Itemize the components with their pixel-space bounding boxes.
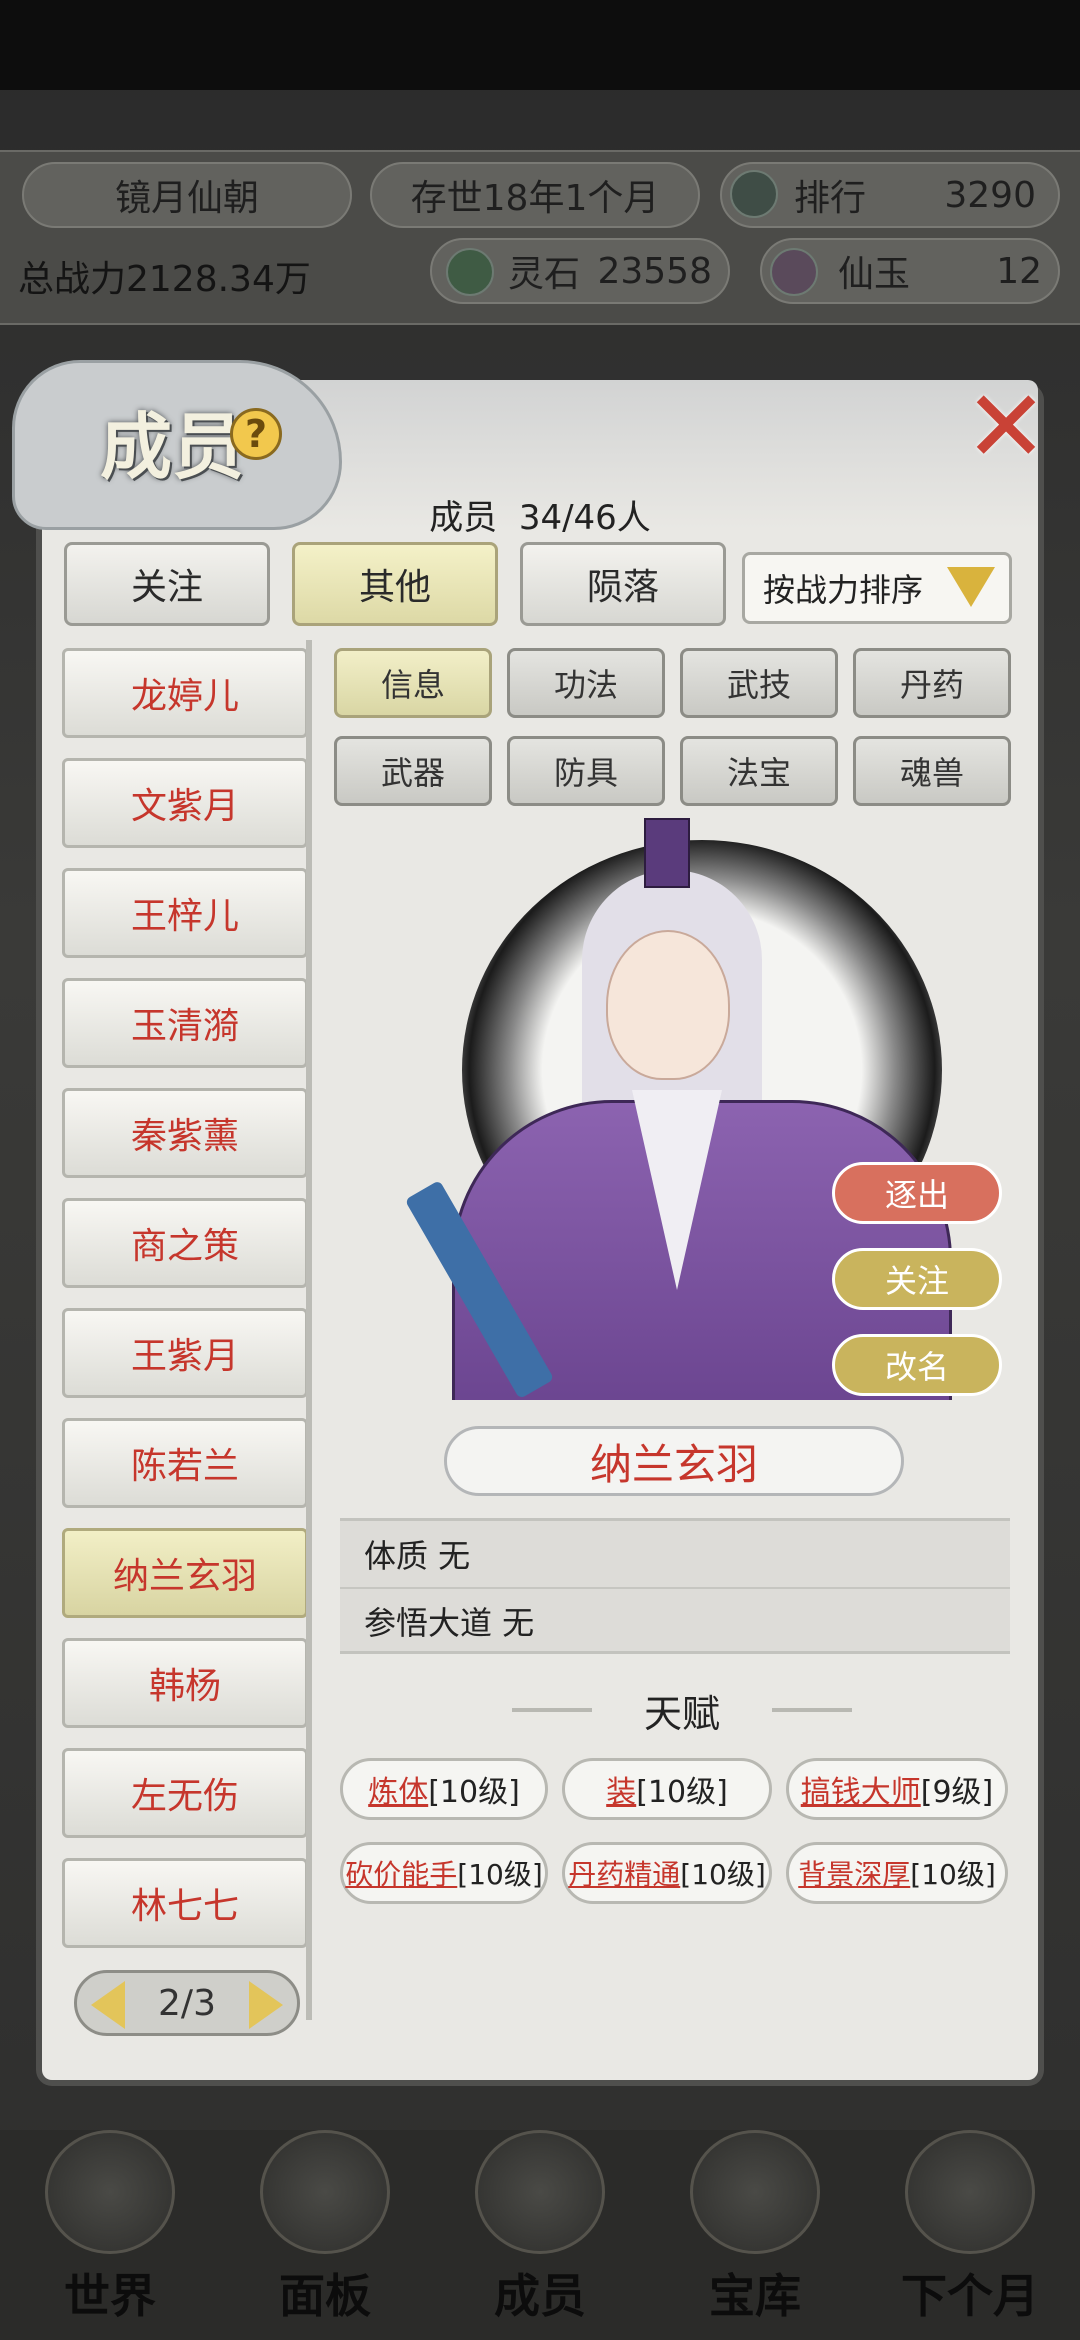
talent-header: 天赋 — [512, 1680, 852, 1740]
member-item[interactable]: 王紫月 — [62, 1308, 308, 1398]
member-item[interactable]: 陈若兰 — [62, 1418, 308, 1508]
status-bar — [0, 0, 1080, 90]
expel-button[interactable]: 逐出 — [832, 1162, 1002, 1224]
nav-next-month-label: 下个月 — [901, 2269, 1039, 2323]
portrait-crown — [644, 818, 690, 888]
character-portrait — [392, 810, 972, 1400]
member-count-value: 34/46人 — [518, 498, 651, 538]
member-item[interactable]: 王梓儿 — [62, 868, 308, 958]
talent-level: [10级] — [457, 1858, 543, 1891]
member-item[interactable]: 左无伤 — [62, 1748, 308, 1838]
character-name: 纳兰玄羽 — [444, 1426, 904, 1496]
sect-age: 存世18年1个月 — [370, 162, 700, 228]
next-month-icon — [905, 2130, 1035, 2254]
talent-name: 搞钱大师 — [800, 1775, 921, 1810]
nav-members-label: 成员 — [494, 2269, 586, 2323]
help-icon[interactable]: ? — [230, 408, 282, 460]
talent-level: [9级] — [920, 1775, 994, 1810]
talent-chip[interactable]: 砍价能手 [10级] — [340, 1842, 548, 1904]
character-info: 体质 无 参悟大道 无 — [340, 1518, 1010, 1654]
subtab-techniques[interactable]: 功法 — [507, 648, 665, 718]
talent-name: 砍价能手 — [345, 1858, 458, 1891]
nav-next-month[interactable]: 下个月 — [880, 2130, 1060, 2340]
tab-other[interactable]: 其他 — [292, 542, 498, 626]
talent-chip[interactable]: 背景深厚 [10级] — [786, 1842, 1008, 1904]
bottom-nav: 世界 面板 成员 宝库 下个月 — [0, 2130, 1080, 2340]
sect-name: 镜月仙朝 — [22, 162, 352, 228]
panel-icon — [260, 2130, 390, 2254]
follow-button[interactable]: 关注 — [832, 1248, 1002, 1310]
list-divider — [306, 640, 312, 2020]
tab-follow[interactable]: 关注 — [64, 542, 270, 626]
jade-value: 12 — [996, 250, 1042, 292]
member-item[interactable]: 秦紫薰 — [62, 1088, 308, 1178]
rank-icon — [730, 170, 778, 218]
talent-level: [10级] — [636, 1775, 728, 1810]
talent-level: [10级] — [680, 1858, 766, 1891]
treasury-icon — [690, 2130, 820, 2254]
member-count-label: 成员 — [429, 498, 498, 538]
talent-chip[interactable]: 丹药精通 [10级] — [562, 1842, 772, 1904]
subtab-martial-skills[interactable]: 武技 — [680, 648, 838, 718]
subtab-artifacts[interactable]: 法宝 — [680, 736, 838, 806]
sort-dropdown[interactable]: 按战力排序 — [742, 552, 1012, 624]
total-power: 总战力2128.34万 — [18, 259, 311, 300]
member-item[interactable]: 龙婷儿 — [62, 648, 308, 738]
next-page-icon[interactable] — [249, 1981, 283, 2029]
subtab-armor[interactable]: 防具 — [507, 736, 665, 806]
member-item[interactable]: 文紫月 — [62, 758, 308, 848]
nav-treasury-label: 宝库 — [709, 2269, 801, 2323]
tab-fallen[interactable]: 陨落 — [520, 542, 726, 626]
nav-treasury[interactable]: 宝库 — [665, 2130, 845, 2340]
rank-value: 3290 — [944, 174, 1036, 216]
constitution-row: 体质 无 — [364, 1537, 471, 1575]
world-icon — [45, 2130, 175, 2254]
jade-icon — [770, 248, 818, 296]
dao-row: 参悟大道 无 — [340, 1587, 1010, 1653]
sort-label: 按战力排序 — [763, 571, 924, 609]
talent-name: 丹药精通 — [568, 1858, 681, 1891]
talent-level: [10级] — [428, 1775, 520, 1810]
talent-chip[interactable]: 炼体 [10级] — [340, 1758, 548, 1820]
rename-button[interactable]: 改名 — [832, 1334, 1002, 1396]
nav-world[interactable]: 世界 — [20, 2130, 200, 2340]
nav-members[interactable]: 成员 — [450, 2130, 630, 2340]
talent-name: 背景深厚 — [798, 1858, 911, 1891]
chevron-down-icon — [947, 567, 995, 607]
talent-name: 炼体 — [368, 1775, 429, 1810]
modal-title: 成员 — [100, 404, 245, 489]
spirit-stone-icon — [446, 248, 494, 296]
member-count: 成员 34/46人 — [42, 490, 1038, 539]
page-indicator: 2/3 — [158, 1982, 216, 2024]
portrait-face — [606, 930, 730, 1080]
member-item-selected[interactable]: 纳兰玄羽 — [62, 1528, 308, 1618]
member-item[interactable]: 玉清漪 — [62, 978, 308, 1068]
talent-name: 装 — [606, 1775, 637, 1810]
pager: 2/3 — [74, 1970, 300, 2036]
prev-page-icon[interactable] — [91, 1981, 125, 2029]
spirit-stone-value: 23558 — [597, 250, 712, 292]
subtab-beasts[interactable]: 魂兽 — [853, 736, 1011, 806]
talent-chip[interactable]: 装 [10级] — [562, 1758, 772, 1820]
members-icon — [475, 2130, 605, 2254]
nav-panel[interactable]: 面板 — [235, 2130, 415, 2340]
members-modal: 成员 ? ✕ 成员 34/46人 关注 其他 陨落 按战力排序 龙婷儿 文紫月 … — [12, 360, 1048, 2080]
talent-level: [10级] — [910, 1858, 996, 1891]
top-header: 镜月仙朝 存世18年1个月 排行 3290 总战力2128.34万 灵石 235… — [0, 150, 1080, 325]
nav-world-label: 世界 — [64, 2269, 156, 2323]
subtab-weapons[interactable]: 武器 — [334, 736, 492, 806]
member-item[interactable]: 韩杨 — [62, 1638, 308, 1728]
subtab-info[interactable]: 信息 — [334, 648, 492, 718]
close-icon[interactable]: ✕ — [958, 368, 1054, 485]
member-item[interactable]: 林七七 — [62, 1858, 308, 1948]
member-item[interactable]: 商之策 — [62, 1198, 308, 1288]
subtab-pills[interactable]: 丹药 — [853, 648, 1011, 718]
nav-panel-label: 面板 — [279, 2269, 371, 2323]
talent-chip[interactable]: 搞钱大师 [9级] — [786, 1758, 1008, 1820]
